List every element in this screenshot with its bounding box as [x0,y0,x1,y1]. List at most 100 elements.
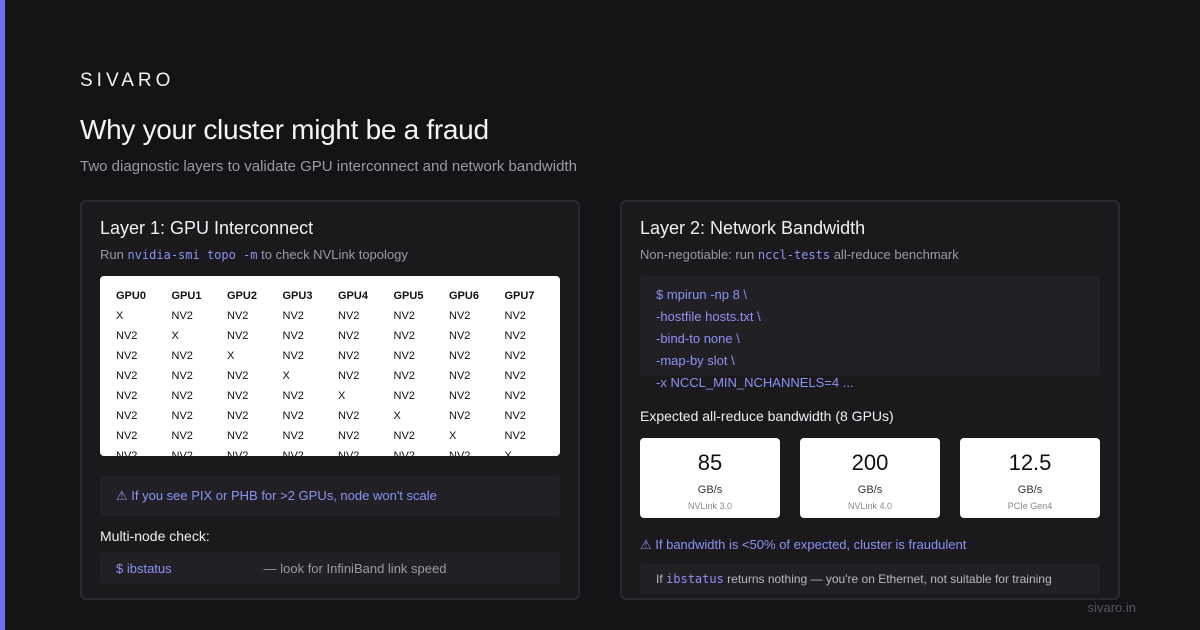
topology-matrix: GPU0 GPU1 GPU2 GPU3 GPU4 GPU5 GPU6 GPU7 … [100,276,560,456]
topology-cell: NV2 [171,410,193,422]
topology-cell: NV2 [227,390,249,402]
layer1-sub-prefix: Run [100,247,124,262]
metric-value: 12.5 [1008,450,1052,475]
topology-cell: NV2 [449,370,471,382]
topology-row: NV2 NV2 NV2 NV2 X NV2 NV2 NV2 [116,386,560,406]
topology-cell: NV2 [338,430,360,442]
ibstatus-note-box: If ibstatus returns nothing — you're on … [640,564,1100,594]
ib-suffix: returns nothing — you're on Ethernet, no… [727,572,1052,586]
topology-cell: NV2 [171,430,193,442]
topology-cell: NV2 [116,430,138,442]
topology-row: NV2 X NV2 NV2 NV2 NV2 NV2 NV2 [116,326,560,346]
topology-cell: NV2 [282,350,304,362]
layer1-sub-suffix: to check NVLink topology [261,247,408,262]
metric-card-nvlink3: 85 GB/s NVLink 3.0 [640,438,780,518]
topology-cell: NV2 [393,330,415,342]
topology-cell: NV2 [227,330,249,342]
topology-cell: NV2 [338,350,360,362]
topology-header-cell: GPU6 [449,290,479,302]
accent-bar [0,0,5,630]
topology-cell: X [393,410,401,422]
topology-header-cell: GPU0 [116,290,146,302]
topology-cell: NV2 [338,410,360,422]
topology-cell: NV2 [338,370,360,382]
topology-cell: NV2 [504,430,526,442]
topology-header-cell: GPU4 [338,290,368,302]
metric-unit: GB/s [857,484,883,496]
ibstatus-note: — look for InfiniBand link speed [263,561,447,576]
topology-cell: NV2 [504,370,526,382]
metric-value: 85 [697,450,723,475]
topology-cell: NV2 [227,310,249,322]
topology-cell: NV2 [116,390,138,402]
brand-logo: SIVARO [80,70,175,91]
layer2-title: Layer 2: Network Bandwidth [640,218,866,238]
code-line: -map-by slot \ [656,353,735,368]
layer2-subtitle: Non-negotiable: run nccl-tests all-reduc… [640,247,959,262]
topology-cell: NV2 [504,350,526,362]
topology-header-cell: GPU1 [171,290,202,302]
topology-row: NV2 NV2 NV2 X NV2 NV2 NV2 NV2 [116,366,560,386]
ibstatus-command-box: $ ibstatus — look for InfiniBand link sp… [100,552,560,584]
topology-header-cell: GPU5 [393,290,424,302]
topology-row: NV2 NV2 NV2 NV2 NV2 X NV2 NV2 [116,406,560,426]
topology-cell: NV2 [504,310,526,322]
topology-cell: X [171,330,179,342]
topology-header-cell: GPU7 [504,290,535,302]
code-line: -x NCCL_MIN_NCHANNELS=4 ... [656,375,854,390]
topology-cell: NV2 [227,430,249,442]
topology-row: NV2 NV2 NV2 NV2 NV2 NV2 X NV2 [116,426,560,446]
ibstatus-inline-code: ibstatus [666,572,724,586]
topology-cell: NV2 [449,390,471,402]
fraud-warning: ⚠ If bandwidth is <50% of expected, clus… [640,537,967,552]
metric-card-nvlink4: 200 GB/s NVLink 4.0 [800,438,940,518]
topology-cell: NV2 [116,370,138,382]
code-line: -bind-to none \ [656,331,740,346]
topology-cell: NV2 [171,350,193,362]
topology-cell: NV2 [171,450,193,456]
topology-cell: NV2 [338,450,360,456]
topology-body: X NV2 NV2 NV2 NV2 NV2 NV2 NV2 NV2 X NV2 NV2 NV2 NV2 NV… [116,306,560,456]
topology-cell: X [338,390,346,402]
code-line: -hostfile hosts.txt \ [656,309,761,324]
topology-row: X NV2 NV2 NV2 NV2 NV2 NV2 NV2 [116,306,560,326]
footer-url: sivaro.in [1087,600,1136,615]
layer2-sub-prefix: Non-negotiable: run [640,247,755,262]
page-title: Why your cluster might be a fraud [80,114,489,145]
topology-cell: NV2 [393,310,415,322]
topology-header-cell: GPU3 [282,290,313,302]
topology-cell: NV2 [282,390,304,402]
topology-warning: ⚠ If you see PIX or PHB for >2 GPUs, nod… [100,476,560,516]
expected-bandwidth-label: Expected all-reduce bandwidth (8 GPUs) [640,408,894,424]
topology-cell: NV2 [393,430,415,442]
page-subtitle: Two diagnostic layers to validate GPU in… [80,158,577,175]
topology-cell: NV2 [171,310,193,322]
topology-cell: NV2 [338,330,360,342]
topology-cell: NV2 [282,410,304,422]
layer2-sub-suffix: all-reduce benchmark [833,247,959,262]
topology-cell: NV2 [449,450,471,456]
metric-card-pcie4: 12.5 GB/s PCIe Gen4 [960,438,1100,518]
metric-unit: GB/s [1017,484,1043,496]
topology-cell: NV2 [282,310,304,322]
topology-cell: X [282,370,290,382]
metric-label: NVLink 3.0 [687,501,733,511]
topology-cell: NV2 [393,390,415,402]
topology-cell: NV2 [504,330,526,342]
topology-cell: NV2 [282,430,304,442]
topology-cell: NV2 [449,310,471,322]
topology-cell: X [116,310,124,322]
topology-cell: NV2 [116,350,138,362]
topology-cell: NV2 [116,330,138,342]
metric-value: 200 [851,450,889,475]
ibstatus-command: $ ibstatus [116,561,172,576]
topology-header-cell: GPU2 [227,290,257,302]
topology-cell: NV2 [449,350,471,362]
topo-command: nvidia-smi topo -m [127,248,258,262]
topology-cell: NV2 [449,410,471,422]
topology-cell: NV2 [227,370,249,382]
layer1-title: Layer 1: GPU Interconnect [100,218,314,238]
metric-label: PCIe Gen4 [1007,501,1053,511]
topology-cell: NV2 [338,310,360,322]
topology-cell: NV2 [504,410,526,422]
